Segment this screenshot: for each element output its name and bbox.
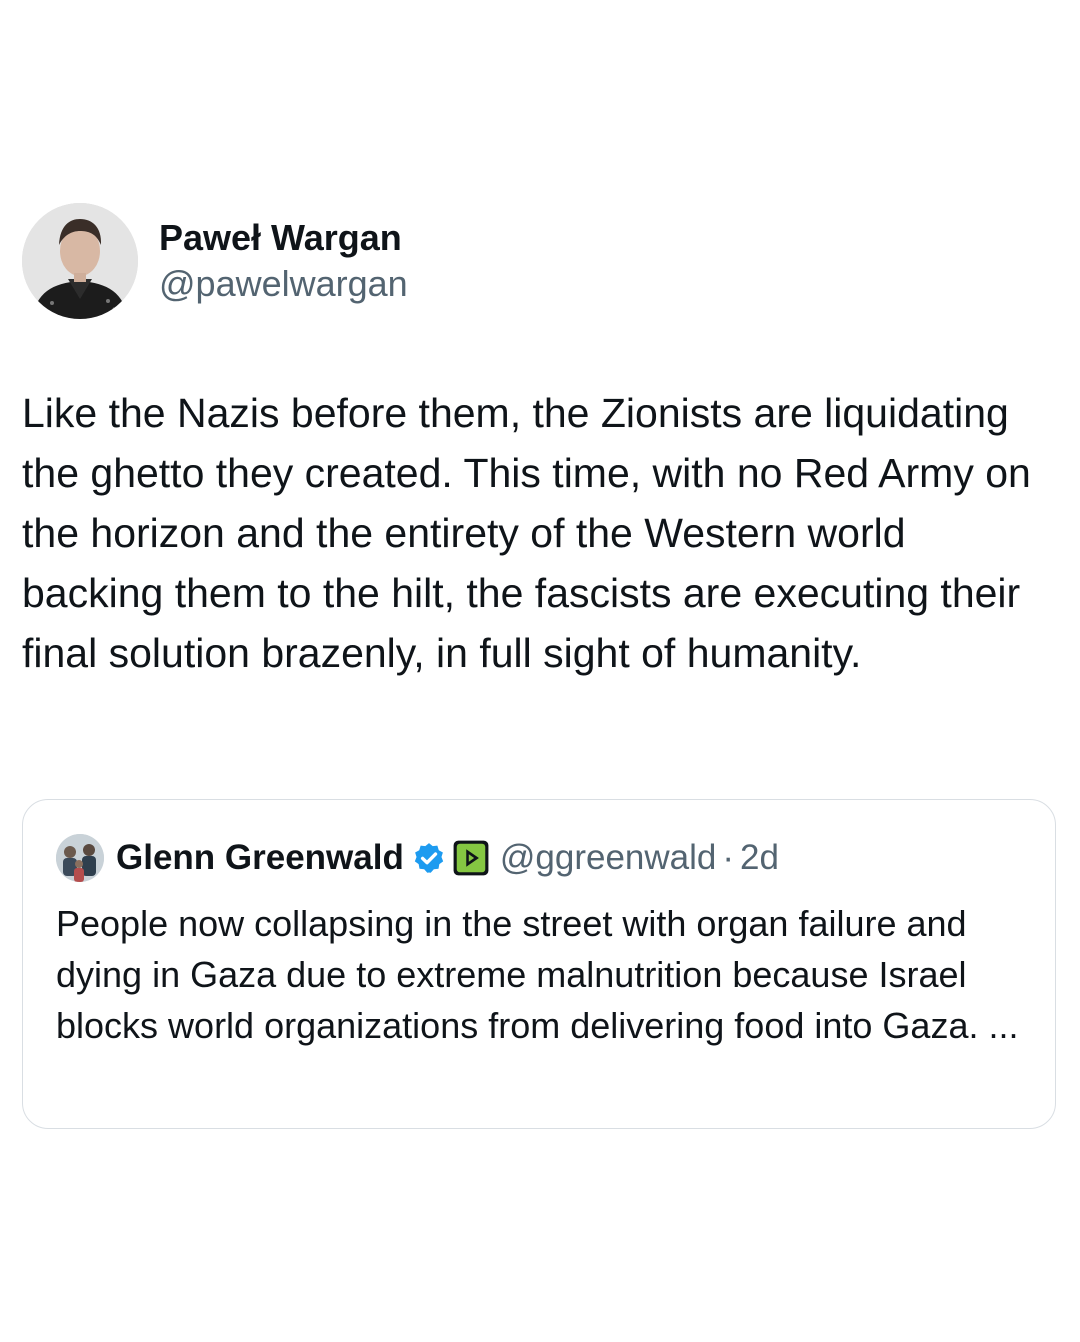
author-names: Paweł Wargan @pawelwargan <box>159 215 408 307</box>
author-handle[interactable]: @pawelwargan <box>159 261 408 307</box>
quoted-tweet-text: People now collapsing in the street with… <box>56 903 1019 1046</box>
verified-badge-icon <box>414 843 444 873</box>
quoted-tweet-timestamp[interactable]: 2d <box>740 838 779 878</box>
quoted-author-display-name[interactable]: Glenn Greenwald <box>116 838 404 878</box>
person-portrait-icon <box>22 203 138 319</box>
tweet-text: Like the Nazis before them, the Zionists… <box>22 390 1031 676</box>
tweet: Paweł Wargan @pawelwargan Like the Nazis… <box>22 203 1058 683</box>
group-photo-icon <box>56 834 104 882</box>
quoted-author-avatar[interactable] <box>56 834 104 882</box>
header-separator: · <box>722 838 735 877</box>
author-avatar[interactable] <box>22 203 138 319</box>
quoted-tweet-card[interactable]: Glenn Greenwald @ggreenwald · 2d People … <box>22 799 1056 1129</box>
author-display-name[interactable]: Paweł Wargan <box>159 215 408 261</box>
rumble-logo-icon[interactable] <box>452 839 490 877</box>
quoted-tweet-header: Glenn Greenwald @ggreenwald · 2d <box>56 834 779 882</box>
tweet-author[interactable]: Paweł Wargan @pawelwargan <box>22 203 1058 319</box>
quoted-author-handle[interactable]: @ggreenwald <box>500 838 717 878</box>
